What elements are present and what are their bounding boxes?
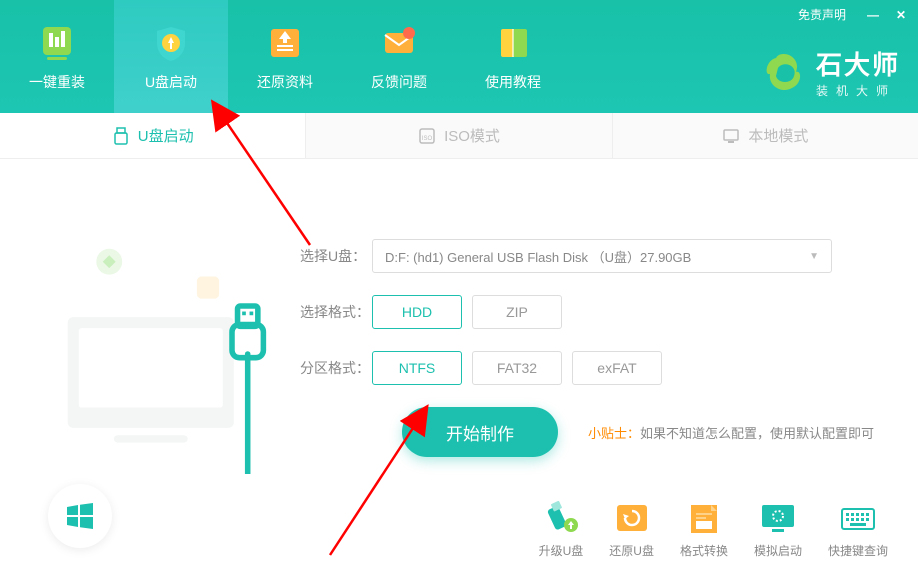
tip-prefix: 小贴士： [588, 426, 640, 441]
row-partition: 分区格式： NTFS FAT32 exFAT [300, 351, 878, 385]
simulate-boot-icon [757, 500, 799, 536]
disclaimer-link[interactable]: 免责声明 [798, 6, 846, 23]
nav-restore[interactable]: 还原资料 [228, 0, 342, 113]
window-controls: 免责声明 — ✕ [798, 6, 908, 23]
brand-subtitle: 装机大师 [816, 82, 900, 99]
nav-usb-boot[interactable]: U盘启动 [114, 0, 228, 113]
tool-simulate-boot[interactable]: 模拟启动 [754, 500, 802, 559]
partition-option-ntfs[interactable]: NTFS [372, 351, 462, 385]
tab-label: ISO模式 [444, 125, 500, 146]
sub-tabs: U盘启动 ISO ISO模式 本地模式 [0, 113, 918, 159]
svg-text:ISO: ISO [422, 136, 433, 142]
keyboard-icon [837, 500, 879, 536]
usb-select-value: D:F: (hd1) General USB Flash Disk （U盘）27… [385, 247, 691, 266]
tab-label: U盘启动 [138, 125, 194, 146]
iso-icon: ISO [418, 127, 436, 145]
tool-label: 还原U盘 [609, 542, 654, 559]
label-partition: 分区格式： [300, 358, 372, 378]
usb-illustration [50, 234, 270, 474]
tool-upgrade-usb[interactable]: 升级U盘 [539, 500, 584, 559]
row-select-usb: 选择U盘： D:F: (hd1) General USB Flash Disk … [300, 239, 878, 273]
tool-restore-usb[interactable]: 还原U盘 [609, 500, 654, 559]
tool-label: 快捷键查询 [828, 542, 888, 559]
tab-usb-boot[interactable]: U盘启动 [0, 113, 305, 158]
minimize-button[interactable]: — [866, 8, 880, 22]
brand-title: 石大师 [816, 45, 900, 82]
restore-icon [264, 22, 306, 64]
chevron-down-icon: ▼ [809, 251, 819, 262]
brand: 石大师 装机大师 [762, 45, 900, 99]
nav-label: U盘启动 [145, 72, 197, 92]
feedback-icon [378, 22, 420, 64]
tab-iso[interactable]: ISO ISO模式 [305, 113, 611, 158]
partition-option-fat32[interactable]: FAT32 [472, 351, 562, 385]
brand-logo-icon [762, 50, 806, 94]
tool-label: 模拟启动 [754, 542, 802, 559]
tool-label: 格式转换 [680, 542, 728, 559]
partition-option-exfat[interactable]: exFAT [572, 351, 662, 385]
title-bar: 一键重装 U盘启动 还原资料 反馈问题 使用教程 免责声 [0, 0, 918, 113]
nav-label: 反馈问题 [371, 72, 427, 92]
tab-label: 本地模式 [748, 125, 808, 146]
nav-label: 使用教程 [485, 72, 541, 92]
upgrade-usb-icon [540, 500, 582, 536]
book-icon [492, 22, 534, 64]
monitor-icon [722, 127, 740, 145]
tool-label: 升级U盘 [539, 542, 584, 559]
main-nav: 一键重装 U盘启动 还原资料 反馈问题 使用教程 [0, 0, 570, 113]
nav-label: 一键重装 [29, 72, 85, 92]
format-option-hdd[interactable]: HDD [372, 295, 462, 329]
label-select-format: 选择格式： [300, 302, 372, 322]
format-option-zip[interactable]: ZIP [472, 295, 562, 329]
nav-tutorial[interactable]: 使用教程 [456, 0, 570, 113]
reinstall-icon [36, 22, 78, 64]
tip-text: 小贴士：如果不知道怎么配置，使用默认配置即可 [588, 423, 874, 442]
tool-hotkey-query[interactable]: 快捷键查询 [828, 500, 888, 559]
format-convert-icon [683, 500, 725, 536]
windows-icon [63, 499, 97, 533]
bottom-toolbar: 升级U盘 还原U盘 格式转换 模拟启动 快捷键查询 [539, 500, 888, 559]
usb-shield-icon [150, 22, 192, 64]
nav-label: 还原资料 [257, 72, 313, 92]
action-row: 开始制作 小贴士：如果不知道怎么配置，使用默认配置即可 [300, 407, 878, 457]
nav-feedback[interactable]: 反馈问题 [342, 0, 456, 113]
tip-body: 如果不知道怎么配置，使用默认配置即可 [640, 426, 874, 441]
start-button[interactable]: 开始制作 [402, 407, 558, 457]
tool-format-convert[interactable]: 格式转换 [680, 500, 728, 559]
nav-reinstall[interactable]: 一键重装 [0, 0, 114, 113]
close-button[interactable]: ✕ [894, 8, 908, 22]
main-panel: 选择U盘： D:F: (hd1) General USB Flash Disk … [0, 159, 918, 457]
tab-local[interactable]: 本地模式 [612, 113, 918, 158]
usb-icon [112, 127, 130, 145]
row-select-format: 选择格式： HDD ZIP [300, 295, 878, 329]
usb-select[interactable]: D:F: (hd1) General USB Flash Disk （U盘）27… [372, 239, 832, 273]
restore-usb-icon [611, 500, 653, 536]
label-select-usb: 选择U盘： [300, 246, 372, 266]
windows-badge [48, 484, 112, 548]
